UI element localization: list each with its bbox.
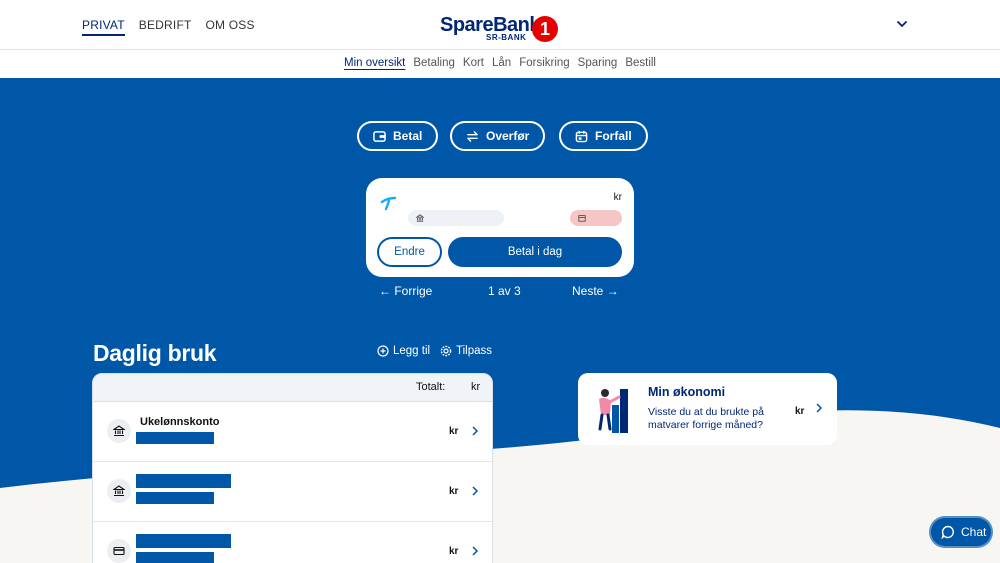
logo-sub-text: SR-BANK [486,33,527,42]
sparebank-logo[interactable]: SpareBank SR-BANK 1 [440,14,562,46]
add-label: Legg til [393,345,431,357]
due-date-pill [570,210,622,226]
nav-betaling[interactable]: Betaling [413,57,455,78]
logo-number-badge: 1 [532,16,558,42]
account-icon [107,479,131,503]
bank-icon [416,214,424,222]
plus-circle-icon [377,345,389,357]
segment-privat[interactable]: PRIVAT [82,18,125,36]
account-icon [107,539,131,563]
redacted-account-number [136,552,214,563]
chevron-right-icon [816,403,823,413]
next-label: Neste [572,284,604,298]
arrows-swap-icon [467,130,478,142]
card-icon [113,546,125,556]
account-row[interactable]: kr [93,522,492,563]
account-currency: kr [449,486,459,497]
transfer-button[interactable]: Overfør [450,121,546,151]
pay-button[interactable]: Betal [357,121,439,151]
previous-button[interactable]: ← Forrige [379,284,432,298]
redacted-account-number [136,492,214,504]
telenor-logo-icon [380,196,397,211]
chevron-right-icon [472,426,479,436]
top-header: PRIVAT BEDRIFT OM OSS SpareBank SR-BANK … [0,0,1000,50]
chat-label: Chat [961,525,987,539]
economy-text: Visste du at du brukte på matvarer forri… [648,406,764,431]
account-row[interactable]: kr [93,462,492,522]
bill-currency: kr [613,192,622,203]
redacted-account-name [136,474,231,488]
redacted-account-name [136,534,231,548]
chat-bubble-icon [941,525,954,539]
nav-bestill[interactable]: Bestill [625,57,656,78]
account-icon [107,419,131,443]
account-list-header: Totalt: kr [93,374,492,402]
transfer-button-label: Overfør [486,129,530,143]
previous-label: Forrige [394,284,433,298]
account-currency: kr [449,546,459,557]
due-button[interactable]: Forfall [559,121,648,151]
segment-nav: PRIVAT BEDRIFT OM OSS [82,18,255,36]
add-button[interactable]: Legg til [377,345,430,357]
account-list: Totalt: kr Ukelønnskonto kr kr kr [92,373,493,563]
daily-section-title: Daglig bruk [93,340,217,366]
chevron-down-icon[interactable] [896,18,908,30]
chat-button[interactable]: Chat [929,516,993,548]
nav-kort[interactable]: Kort [463,57,484,78]
pay-today-button[interactable]: Betal i dag [448,237,622,267]
gear-icon [440,345,452,357]
calendar-icon [578,215,586,222]
nav-lan[interactable]: Lån [492,57,511,78]
pay-button-label: Betal [393,129,423,143]
calendar-icon [575,130,588,142]
segment-bedrift[interactable]: BEDRIFT [139,18,192,36]
next-button[interactable]: Neste → [572,284,619,298]
chevron-right-icon [472,546,479,556]
economy-currency: kr [795,406,805,417]
bank-icon [113,485,125,497]
account-row[interactable]: Ukelønnskonto kr [93,402,492,462]
nav-sparing[interactable]: Sparing [578,57,618,78]
hero-band: Betal Overfør Forfall kr Endre Betal i d… [0,78,1000,563]
pager-position: 1 av 3 [488,284,521,298]
segment-om-oss[interactable]: OM OSS [206,18,255,36]
person-chart-illustration [598,389,628,433]
economy-insight-card[interactable]: Min økonomi Visste du at du brukte på ma… [578,373,837,445]
customize-button[interactable]: Tilpass [440,345,492,357]
chevron-right-icon [472,486,479,496]
change-button[interactable]: Endre [377,237,442,267]
total-label: Totalt: [416,381,446,393]
redacted-account-number [136,432,214,444]
due-button-label: Forfall [595,129,632,143]
account-pill [408,210,504,226]
total-currency: kr [471,381,481,393]
account-currency: kr [449,426,459,437]
account-name: Ukelønnskonto [140,416,220,428]
nav-forsikring[interactable]: Forsikring [519,57,569,78]
customize-label: Tilpass [456,345,492,357]
bank-icon [113,425,125,437]
main-nav: Min oversikt Betaling Kort Lån Forsikrin… [0,50,1000,78]
nav-min-oversikt[interactable]: Min oversikt [344,57,405,78]
wallet-icon [373,130,386,142]
economy-title: Min økonomi [648,385,726,399]
due-bill-card: kr Endre Betal i dag [366,178,634,277]
